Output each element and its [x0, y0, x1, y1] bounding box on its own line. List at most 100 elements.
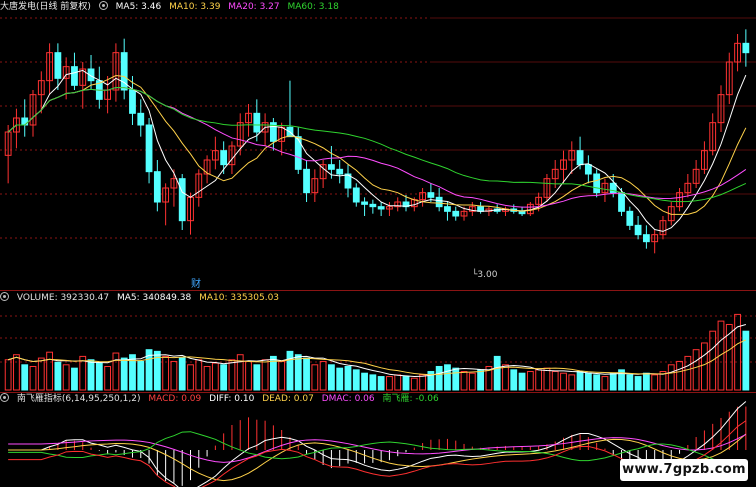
candle-body [328, 164, 335, 170]
nfy-readout: 南飞雁: -0.06 [382, 394, 439, 404]
candle-body [361, 201, 368, 205]
candle-body [153, 171, 161, 203]
volume-bar [361, 372, 368, 391]
volume-bar [253, 364, 261, 391]
volume-bar [518, 372, 526, 391]
volume-bar [576, 371, 584, 391]
volume-bar [303, 357, 310, 391]
event-marker[interactable]: 财 [191, 275, 201, 290]
volume-bar [319, 360, 327, 391]
volume-bar [328, 364, 335, 391]
volume-bar [286, 350, 294, 391]
volume-bar [692, 349, 700, 391]
volume-bar [220, 364, 228, 391]
volume-bar [651, 374, 659, 391]
volume-bar [344, 365, 352, 391]
diff-readout: DIFF: 0.10 [209, 394, 255, 404]
settings-icon[interactable] [0, 393, 9, 402]
volume-bar [87, 359, 95, 391]
candle-body [377, 206, 385, 210]
candle-body [369, 203, 377, 208]
candle-body [21, 117, 29, 126]
settings-icon[interactable] [0, 292, 9, 301]
volume-header: VOLUME: 392330.47 MA5: 340849.38 MA10: 3… [0, 291, 284, 305]
volume-bar [435, 365, 443, 391]
volume-bar [236, 354, 244, 391]
candle-body [618, 192, 625, 212]
indicator-header: 南飞雁指标(6,14,95,250,1,2) MACD: 0.09 DIFF: … [0, 392, 444, 406]
volume-bar [593, 374, 601, 391]
volume-bar [104, 365, 112, 391]
volume-bar [510, 369, 518, 391]
ma5-line [7, 69, 747, 232]
candle-body [742, 42, 750, 54]
dead-readout: DEAD: 0.07 [262, 394, 314, 404]
settings-icon[interactable] [98, 1, 108, 10]
candle-body [71, 66, 78, 86]
volume-bar [228, 359, 236, 391]
volume-bar [129, 354, 136, 391]
volume-bar [452, 367, 460, 391]
ma60-line [7, 86, 747, 203]
candle-body [452, 210, 460, 217]
volume-bar [584, 372, 592, 391]
stock-chart-canvas[interactable] [0, 0, 756, 487]
candle-body [253, 112, 261, 133]
candle-body [518, 210, 526, 215]
volume-bar [410, 377, 418, 391]
volume-bar [626, 374, 634, 391]
volume-bar [162, 355, 170, 391]
volume-bar [601, 376, 609, 391]
volume-bar [560, 372, 567, 391]
volume-bar [526, 371, 534, 391]
candle-body [336, 168, 344, 175]
volume-bar [71, 367, 78, 391]
volume-bar [13, 354, 20, 391]
candle-body [435, 196, 443, 208]
candle-body [294, 136, 302, 170]
volume-bar [402, 376, 410, 391]
candle-body [220, 150, 228, 166]
ma20-readout: MA20: 3.27 [228, 2, 280, 12]
volume-bar [178, 357, 186, 391]
candle-body [584, 164, 592, 175]
volume-bar [477, 369, 485, 391]
volume-bar [203, 365, 211, 391]
volume-bar [568, 374, 576, 391]
volume-bar [311, 364, 319, 391]
volume-bar [394, 374, 402, 391]
ma60-readout: MA60: 3.18 [287, 2, 339, 12]
volume-bar [543, 367, 551, 391]
volume-bar [609, 372, 617, 391]
volume-bar [352, 369, 360, 391]
stock-title: 大唐发电(日线 前复权) [0, 2, 91, 12]
volume-bar [29, 365, 37, 391]
volume-bar [676, 360, 683, 391]
candle-body [137, 112, 145, 126]
volume-bar [667, 364, 675, 391]
volume-bar [551, 371, 559, 391]
volume-bar [46, 351, 53, 391]
ma5-readout: MA5: 3.46 [115, 2, 162, 12]
volume-bar [245, 360, 252, 391]
candle-body [145, 124, 153, 173]
volume-bar [170, 360, 178, 391]
volume-bar [386, 376, 393, 391]
volume-bar [37, 357, 45, 391]
macd-readout: MACD: 0.09 [148, 394, 202, 404]
volume-bar [502, 364, 509, 391]
vol-ma10-readout: MA10: 335305.03 [199, 293, 280, 303]
kline-header: 大唐发电(日线 前复权) MA5: 3.46 MA10: 3.39 MA20: … [0, 0, 344, 14]
dmac-readout: DMAC: 0.06 [321, 394, 375, 404]
low-price-marker: └3.00 [472, 270, 498, 280]
volume-bar [444, 364, 451, 391]
vol-ma5-readout: MA5: 340849.38 [117, 293, 192, 303]
volume-bar [62, 364, 70, 391]
candle-body [593, 173, 601, 194]
volume-bar [54, 361, 62, 391]
indicator-name: 南飞雁指标(6,14,95,250,1,2) [16, 394, 141, 404]
volume-bar [95, 362, 103, 391]
volume-bar [112, 352, 120, 391]
candle-body [54, 52, 62, 79]
candle-body [444, 206, 451, 212]
